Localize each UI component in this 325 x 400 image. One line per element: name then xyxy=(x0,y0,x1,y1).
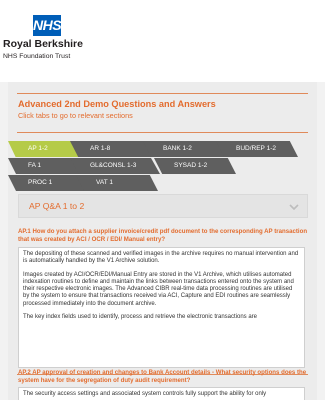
nhs-logo[interactable]: NHS xyxy=(33,15,62,36)
page-title: Advanced 2nd Demo Questions and Answers xyxy=(18,99,216,109)
tab-proc[interactable]: PROC 1 xyxy=(8,175,88,191)
org-subtitle: NHS Foundation Trust xyxy=(3,53,71,60)
tab-ar[interactable]: AR 1-8 xyxy=(70,141,152,157)
divider xyxy=(17,93,308,94)
answer-box[interactable]: The security access settings and associa… xyxy=(18,387,305,400)
divider xyxy=(17,132,308,133)
question-title: AP.2 AP approval of creation and changes… xyxy=(18,369,307,384)
tab-sysad[interactable]: SYSAD 1-2 xyxy=(154,158,236,174)
page-subtitle: Click tabs to go to relevant sections xyxy=(18,111,133,120)
tab-bank[interactable]: BANK 1-2 xyxy=(143,141,225,157)
site-header: NHS Royal Berkshire NHS Foundation Trust xyxy=(0,0,325,82)
tab-gl-consl[interactable]: GL&CONSL 1-3 xyxy=(70,158,160,174)
answer-paragraph: The depositing of these scanned and veri… xyxy=(23,251,299,265)
answer-box[interactable]: The depositing of these scanned and veri… xyxy=(18,247,305,368)
question-title: AP.1 How do you attach a supplier invoic… xyxy=(18,228,308,243)
tab-vat[interactable]: VAT 1 xyxy=(76,175,158,191)
accordion-label: AP Q&A 1 to 2 xyxy=(29,201,85,211)
tab-bud-rep[interactable]: BUD/REP 1-2 xyxy=(216,141,298,157)
answer-paragraph: The key index fields used to identify, p… xyxy=(23,314,258,321)
org-name: Royal Berkshire xyxy=(3,38,83,50)
chevron-down-icon xyxy=(289,204,299,211)
main-content: Advanced 2nd Demo Questions and Answers … xyxy=(8,82,317,400)
accordion-ap-qa[interactable]: AP Q&A 1 to 2 xyxy=(18,194,308,218)
answer-paragraph: Images created by ACI/OCR/EDI/Manual Ent… xyxy=(23,271,294,307)
answer-paragraph: The security access settings and associa… xyxy=(23,391,267,397)
